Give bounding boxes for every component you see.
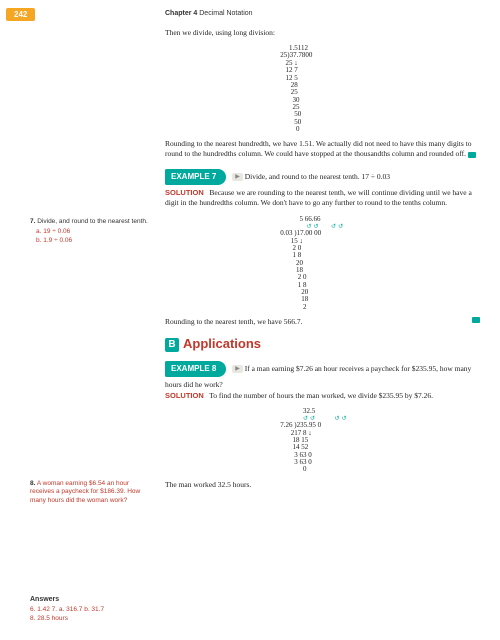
- example-7-conclusion: Rounding to the nearest tenth, we have 5…: [165, 317, 480, 327]
- page-number-badge: 242: [6, 8, 35, 21]
- main-content: Then we divide, using long division: 1.5…: [165, 28, 480, 493]
- answers-line-1: 6. 1.42 7. a. 316.7 b. 31.7: [30, 606, 150, 614]
- section-b-badge: B: [165, 338, 179, 352]
- answers-line-2: 8. 28.5 hours: [30, 615, 150, 623]
- example-8-badge: EXAMPLE 8: [165, 361, 226, 378]
- media-pill: ▶: [232, 173, 243, 181]
- sidebar-answers: Answers 6. 1.42 7. a. 316.7 b. 31.7 8. 2…: [30, 595, 150, 623]
- rounding-note: Rounding to the nearest hundredth, we ha…: [165, 139, 480, 159]
- end-marker-icon: [472, 317, 480, 323]
- chapter-header: Chapter 4 Decimal Notation: [165, 10, 253, 17]
- example-7-problem: Divide, and round to the nearest tenth. …: [245, 172, 390, 181]
- long-division-1: 1.5112 25)37.7800 25 ↓ 12 7 12 5 28 25 3…: [275, 45, 312, 133]
- chapter-label: Chapter 4: [165, 10, 197, 17]
- solution-label: SOLUTION: [165, 391, 204, 400]
- example-7-badge: EXAMPLE 7: [165, 169, 226, 186]
- example-8-block: EXAMPLE 8 ▶ If a man earning $7.26 an ho…: [165, 355, 480, 391]
- intro-text: Then we divide, using long division:: [165, 28, 480, 38]
- sidebar-question-8: 8. A woman earning $6.54 an hour receive…: [30, 480, 150, 507]
- q7-option-b: b. 1.9 ÷ 0.06: [36, 237, 150, 245]
- applications-heading: BApplications: [165, 335, 480, 353]
- answers-heading: Answers: [30, 595, 150, 604]
- long-division-3: 32.5 ↺↺ ↺↺ 7.26 )235.95 0 217 8 ↓ 18 15 …: [275, 408, 349, 474]
- end-marker-icon: [468, 152, 476, 158]
- q7-option-a: a. 19 ÷ 0.06: [36, 228, 150, 236]
- example-7-block: EXAMPLE 7 ▶ Divide, and round to the nea…: [165, 163, 480, 189]
- example-8-solution: SOLUTION To find the number of hours the…: [165, 391, 480, 401]
- media-pill: ▶: [232, 365, 243, 373]
- solution-label: SOLUTION: [165, 188, 204, 197]
- example-7-solution: SOLUTION Because we are rounding to the …: [165, 188, 480, 208]
- chapter-title: Decimal Notation: [199, 10, 252, 17]
- long-division-2: 5 66.66 ↺↺ ↺↺ 0.03 )17.00 00 15 ↓ 2 0 1 …: [275, 216, 345, 311]
- sidebar-question-7: 7. Divide, and round to the nearest tent…: [30, 218, 150, 245]
- example-8-conclusion: The man worked 32.5 hours.: [165, 480, 480, 490]
